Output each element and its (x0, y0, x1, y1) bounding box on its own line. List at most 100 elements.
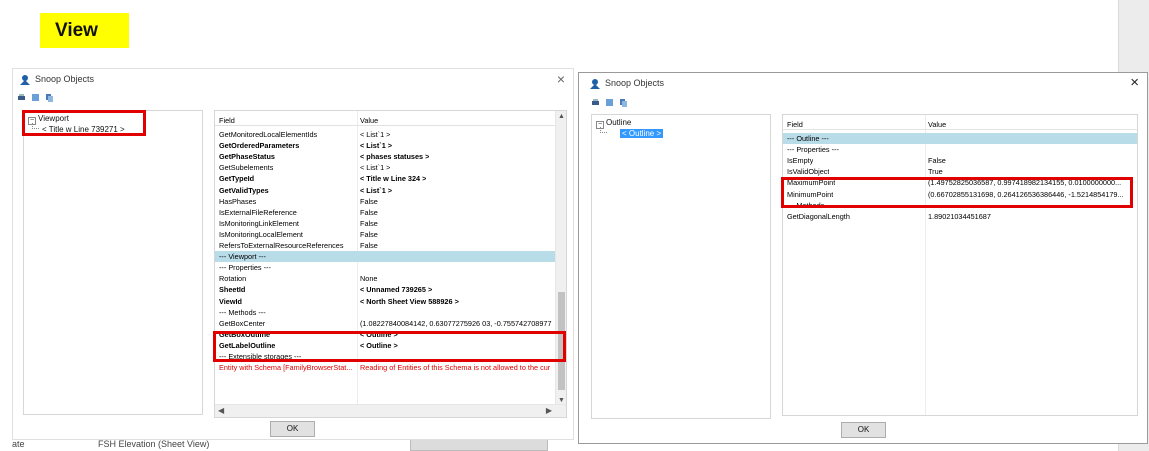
field-cell: GetLabelOutline (219, 340, 276, 350)
table-row[interactable]: Entity with Schema [FamilyBrowserStat...… (215, 362, 566, 373)
table-row[interactable]: ViewId < North Sheet View 588926 > (215, 296, 566, 307)
view-label: View (40, 13, 129, 48)
copy-icon[interactable] (619, 98, 628, 107)
table-row[interactable]: HasPhases False (215, 196, 566, 207)
copy-icon[interactable] (45, 93, 54, 102)
table-row[interactable]: GetOrderedParameters < List`1 > (215, 140, 566, 151)
table-row[interactable]: IsExternalFileReference False (215, 207, 566, 218)
field-cell: MaximumPoint (787, 178, 836, 188)
preview-icon[interactable] (31, 93, 40, 102)
print-icon[interactable] (17, 93, 26, 102)
field-cell: GetMonitoredLocalElementIds (219, 130, 318, 139)
field-cell: GetValidTypes (219, 185, 269, 195)
snoop-icon (20, 75, 30, 85)
snoop-objects-window-outline: Snoop Objects × − Outline < Outline > Fie… (578, 72, 1148, 444)
value-cell: < List`1 > (360, 163, 391, 173)
horizontal-scrollbar[interactable]: ◀ ▶ (215, 404, 566, 417)
close-icon[interactable]: × (557, 71, 565, 87)
close-icon[interactable]: × (1130, 75, 1139, 91)
background-tab[interactable]: FSH Elevation (Sheet View) (98, 439, 209, 449)
ok-button[interactable]: OK (841, 422, 886, 438)
field-cell: HasPhases (219, 196, 257, 206)
tree-node-outline-selected[interactable]: < Outline > (620, 129, 664, 138)
table-row[interactable]: MaximumPoint (1.49752825036587, 0.9974189… (783, 177, 1137, 188)
snoop-icon (590, 79, 600, 89)
table-row[interactable]: --- Outline --- (783, 133, 1137, 144)
field-cell: GetSubelements (219, 163, 274, 173)
screenshot-root: View ate FSH Elevation (Sheet View) PPPP… (0, 0, 1149, 451)
object-tree[interactable]: − Outline < Outline > (591, 114, 771, 419)
header-field: Field (787, 120, 803, 129)
scroll-down-icon[interactable]: ▼ (558, 397, 565, 404)
table-row[interactable]: GetDiagonalLength 1.89021034451687 (783, 211, 1137, 222)
toolbar (17, 93, 54, 105)
value-cell: False (360, 229, 378, 239)
value-cell: (1.08227840084142, 0.63077275926 03, -0.… (360, 318, 552, 328)
field-cell: --- Properties --- (219, 263, 271, 273)
field-cell: --- Methods --- (219, 307, 266, 317)
properties-grid[interactable]: Field Value GetMonitoredLocalElementIds <… (214, 110, 567, 418)
table-row[interactable]: --- Properties --- (215, 262, 566, 273)
value-cell: < Outline > (360, 329, 398, 339)
value-cell: < List`1 > (360, 185, 393, 195)
field-cell: GetBoxOutline (219, 329, 271, 339)
scroll-up-icon[interactable]: ▲ (558, 113, 565, 120)
table-row[interactable]: Rotation None (215, 273, 566, 284)
titlebar: Snoop Objects × (579, 73, 1147, 95)
field-cell: --- Methods --- (787, 200, 834, 210)
field-cell: Rotation (219, 274, 247, 284)
preview-icon[interactable] (605, 98, 614, 107)
field-cell: GetTypeId (219, 174, 255, 184)
field-cell: ViewId (219, 296, 242, 306)
table-row[interactable]: IsEmpty False (783, 155, 1137, 166)
field-cell: IsMonitoringLinkElement (219, 218, 299, 228)
value-cell: < List`1 > (360, 130, 391, 139)
table-row[interactable]: GetValidTypes < List`1 > (215, 185, 566, 196)
value-cell: < Unnamed 739265 > (360, 285, 433, 295)
table-row[interactable]: RefersToExternalResourceReferences False (215, 240, 566, 251)
scroll-right-icon[interactable]: ▶ (546, 405, 552, 417)
value-cell: < phases statuses > (360, 152, 430, 162)
vertical-scrollbar[interactable]: ▲ ▼ (555, 111, 566, 406)
value-cell: False (360, 196, 378, 206)
table-row[interactable]: SheetId < Unnamed 739265 > (215, 284, 566, 295)
object-tree[interactable]: − Viewport < Title w Line 739271 > (23, 110, 203, 415)
table-row[interactable]: --- Viewport --- (215, 251, 566, 263)
table-row[interactable]: GetMonitoredLocalElementIds < List`1 > (215, 129, 566, 140)
table-row[interactable]: GetBoxCenter (1.08227840084142, 0.6307727… (215, 318, 566, 329)
table-row[interactable]: GetBoxOutline < Outline > (215, 329, 566, 340)
tree-connector (32, 123, 39, 129)
tree-node-title-w-line[interactable]: < Title w Line 739271 > (42, 125, 125, 134)
table-row[interactable]: IsValidObject True (783, 166, 1137, 177)
field-cell: GetPhaseStatus (219, 152, 275, 162)
field-cell: RefersToExternalResourceReferences (219, 241, 344, 250)
table-row[interactable]: --- Extensible storages --- (215, 351, 566, 362)
table-row[interactable]: GetTypeId < Title w Line 324 > (215, 173, 566, 184)
table-row[interactable]: MinimumPoint (0.66702855131698, 0.2641265… (783, 189, 1137, 200)
field-cell: --- Extensible storages --- (219, 352, 302, 361)
table-row[interactable]: GetLabelOutline < Outline > (215, 340, 566, 351)
snoop-objects-window-viewport: Snoop Objects × − Viewport < Title w Line… (12, 68, 574, 440)
table-row[interactable]: --- Methods --- (783, 200, 1137, 211)
scroll-thumb[interactable] (558, 292, 565, 390)
field-cell: IsMonitoringLocalElement (219, 229, 303, 239)
table-row[interactable]: --- Methods --- (215, 307, 566, 318)
value-cell: True (928, 167, 943, 177)
field-cell: --- Outline --- (787, 134, 829, 143)
properties-grid[interactable]: Field Value --- Outline --- --- Propertie… (782, 114, 1138, 416)
value-cell: False (360, 218, 378, 228)
ok-button[interactable]: OK (270, 421, 315, 437)
field-cell: MinimumPoint (787, 189, 834, 199)
scroll-left-icon[interactable]: ◀ (218, 405, 224, 417)
table-row[interactable]: IsMonitoringLocalElement False (215, 229, 566, 240)
field-cell: IsExternalFileReference (219, 207, 297, 217)
table-row[interactable]: GetPhaseStatus < phases statuses > (215, 151, 566, 162)
window-title: Snoop Objects (35, 74, 95, 84)
table-row[interactable]: IsMonitoringLinkElement False (215, 218, 566, 229)
header-value: Value (928, 120, 947, 129)
value-cell: False (360, 241, 378, 250)
print-icon[interactable] (591, 98, 600, 107)
value-cell: < North Sheet View 588926 > (360, 296, 459, 306)
table-row[interactable]: GetSubelements < List`1 > (215, 162, 566, 173)
table-row[interactable]: --- Properties --- (783, 144, 1137, 155)
